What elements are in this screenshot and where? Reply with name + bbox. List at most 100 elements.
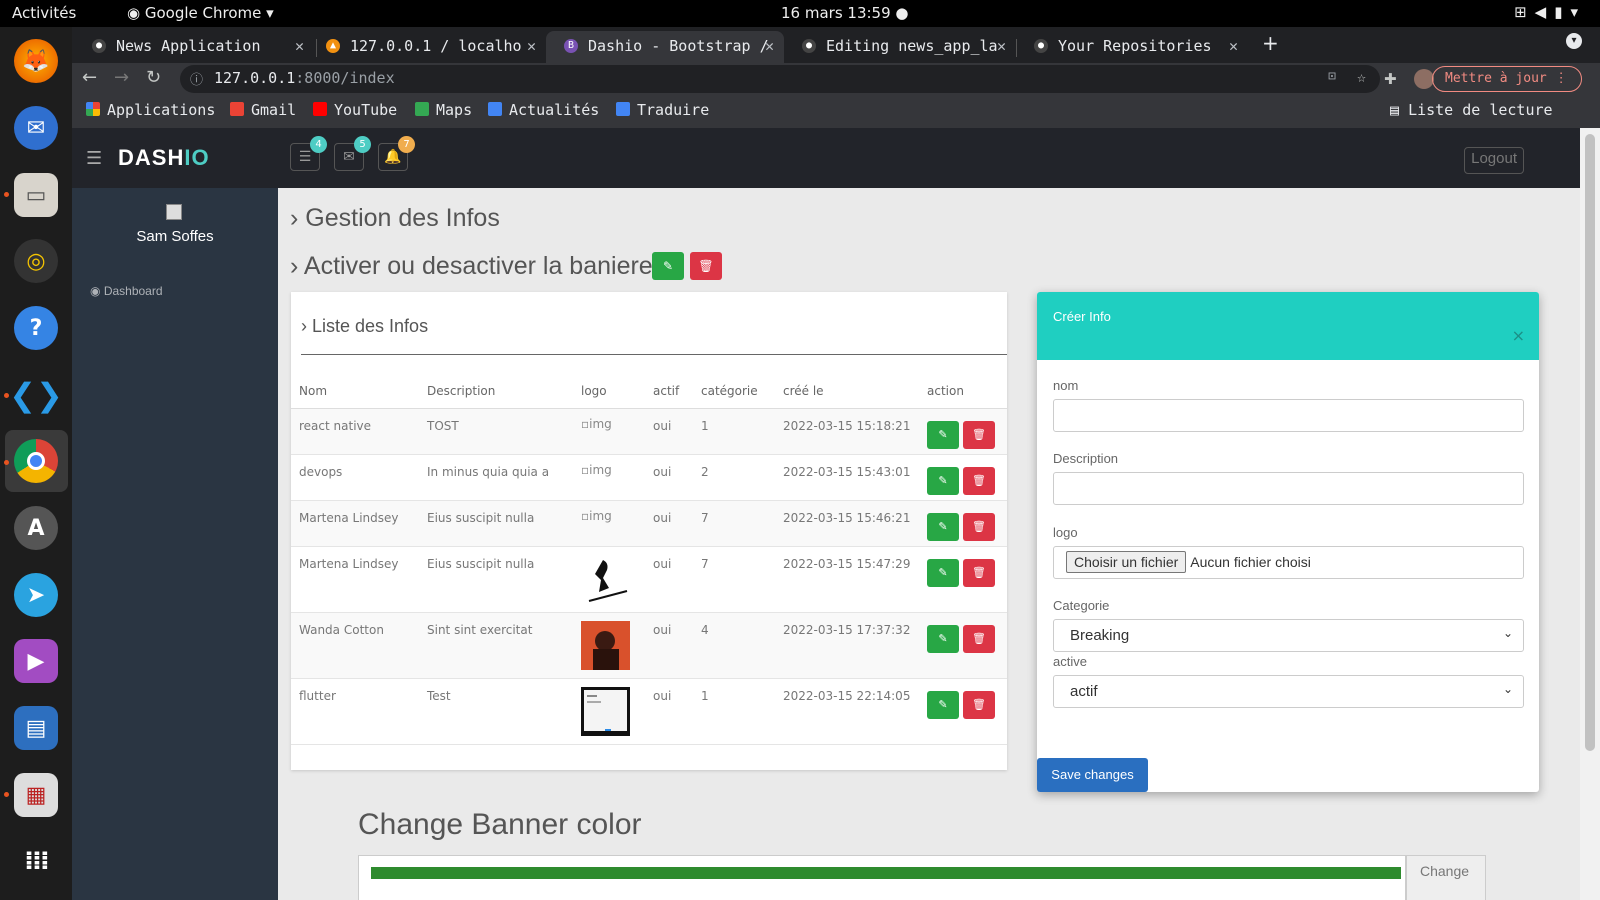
- tab-phpmyadmin[interactable]: ▲ 127.0.0.1 / localho ✕: [308, 31, 546, 63]
- save-changes-button[interactable]: Save changes: [1037, 758, 1148, 792]
- forward-icon[interactable]: →: [114, 67, 129, 88]
- writer-icon[interactable]: ▤: [14, 706, 58, 750]
- bookmark-applications[interactable]: Applications: [86, 101, 215, 119]
- thunderbird-icon[interactable]: ✉: [14, 106, 58, 150]
- notifications-button[interactable]: 🔔 7: [378, 136, 415, 171]
- delete-button[interactable]: 🗑: [963, 558, 995, 587]
- messages-button[interactable]: ✉ 5: [334, 136, 371, 171]
- edit-button[interactable]: ✎: [927, 466, 959, 495]
- reload-icon[interactable]: ↻: [146, 67, 161, 88]
- volume-icon: ◀: [1534, 3, 1555, 21]
- software-center-icon[interactable]: A: [14, 506, 58, 550]
- tab-search-icon[interactable]: ▾: [1566, 33, 1582, 49]
- video-player-icon[interactable]: ▶: [14, 639, 58, 683]
- bookmark-gmail[interactable]: Gmail: [230, 101, 296, 119]
- phpmyadmin-icon: ▲: [326, 39, 340, 53]
- new-tab-icon[interactable]: +: [1262, 31, 1279, 55]
- active-select[interactable]: actif ⌄: [1053, 675, 1524, 708]
- close-tab-icon[interactable]: ✕: [1229, 37, 1238, 55]
- bookmark-maps[interactable]: Maps: [415, 101, 472, 119]
- clock[interactable]: 16 mars 13:59 ●: [781, 4, 909, 22]
- cell-categorie: 1: [693, 408, 775, 455]
- edit-button[interactable]: ✎: [927, 558, 959, 587]
- github-icon: ●: [802, 39, 816, 53]
- trash-icon: 🗑: [972, 565, 986, 579]
- tab-editing[interactable]: ● Editing news_app_la ✕: [784, 31, 1016, 63]
- table-row: devops In minus quia quia a ▫img oui 2 2022-0…: [291, 454, 1007, 501]
- delete-button[interactable]: 🗑: [963, 624, 995, 653]
- logo-file-input[interactable]: Choisir un fichier Aucun fichier choisi: [1053, 546, 1524, 579]
- site-info-icon[interactable]: ⓘ: [190, 69, 203, 88]
- menu-toggle-icon[interactable]: ☰: [86, 148, 102, 169]
- translate-icon[interactable]: ⊡: [1328, 69, 1336, 84]
- bookmark-traduire[interactable]: Traduire: [616, 101, 709, 119]
- extensions-icon[interactable]: ✚: [1384, 70, 1397, 88]
- cell-categorie: 1: [693, 678, 775, 745]
- description-field[interactable]: [1053, 472, 1524, 505]
- close-tab-icon[interactable]: ✕: [997, 37, 1006, 55]
- tab-dashio[interactable]: B Dashio - Bootstrap / ✕: [546, 31, 784, 63]
- close-icon[interactable]: ×: [1512, 326, 1525, 345]
- profile-avatar[interactable]: [1414, 69, 1434, 89]
- activate-banner-button[interactable]: ✎: [652, 252, 684, 280]
- choose-file-button[interactable]: Choisir un fichier: [1066, 551, 1187, 573]
- bookmark-star-icon[interactable]: ☆: [1357, 68, 1366, 86]
- update-button[interactable]: Mettre à jour ⋮: [1432, 66, 1582, 92]
- cell-description: In minus quia quia a: [419, 454, 573, 501]
- tab-repositories[interactable]: ● Your Repositories ✕: [1016, 31, 1248, 63]
- bookmark-label: Applications: [107, 101, 216, 119]
- files-icon[interactable]: ▭: [14, 173, 58, 217]
- cell-actif: oui: [645, 546, 693, 613]
- edit-button[interactable]: ✎: [927, 690, 959, 719]
- address-bar[interactable]: ⓘ 127.0.0.1:8000/index ⊡ ☆: [180, 65, 1380, 93]
- banner-toggle-title: › Activer ou desactiver la baniere: [290, 252, 653, 281]
- modal-title: Créer Info: [1053, 309, 1111, 324]
- close-tab-icon[interactable]: ✕: [765, 37, 774, 55]
- logo-alt-text: img: [589, 416, 612, 431]
- brand-logo[interactable]: DASHIO: [118, 145, 210, 171]
- bookmark-youtube[interactable]: YouTube: [313, 101, 397, 119]
- page-scrollbar[interactable]: [1580, 128, 1600, 900]
- close-tab-icon[interactable]: ✕: [295, 37, 304, 55]
- delete-button[interactable]: 🗑: [963, 466, 995, 495]
- cell-categorie: 2: [693, 454, 775, 501]
- vscode-icon[interactable]: ❮❯: [9, 373, 63, 417]
- cell-nom: flutter: [291, 678, 419, 745]
- show-apps-icon[interactable]: ⁞⁞⁞: [14, 839, 58, 883]
- tasks-button[interactable]: ☰ 4: [290, 136, 327, 171]
- scrollbar-thumb[interactable]: [1585, 134, 1595, 751]
- telegram-icon[interactable]: ➤: [14, 573, 58, 617]
- document-viewer-icon[interactable]: ▦: [14, 773, 58, 817]
- chrome-dock-icon[interactable]: [14, 439, 58, 483]
- deactivate-banner-button[interactable]: 🗑: [690, 252, 722, 280]
- back-icon[interactable]: ←: [82, 67, 97, 88]
- help-icon[interactable]: ?: [14, 306, 58, 350]
- banner-color-input[interactable]: [358, 855, 1406, 900]
- nom-field[interactable]: [1053, 399, 1524, 432]
- edit-button[interactable]: ✎: [927, 420, 959, 449]
- close-tab-icon[interactable]: ✕: [527, 37, 536, 55]
- cell-cree: 2022-03-15 17:37:32: [775, 612, 919, 679]
- create-info-modal: Créer Info × nom Description logo Choisi…: [1037, 292, 1539, 792]
- modal-header: Créer Info: [1037, 292, 1539, 360]
- sidebar-item-dashboard[interactable]: ◉ Dashboard: [90, 284, 163, 298]
- activities-button[interactable]: Activités: [12, 4, 76, 22]
- trash-icon: 🗑: [972, 519, 986, 533]
- delete-button[interactable]: 🗑: [963, 690, 995, 719]
- tab-news-application[interactable]: ● News Application ✕: [74, 31, 314, 63]
- firefox-icon[interactable]: 🦊: [14, 39, 58, 83]
- change-color-button[interactable]: Change: [1406, 855, 1486, 900]
- logout-button[interactable]: Logout: [1464, 147, 1524, 174]
- bookmark-actualites[interactable]: Actualités: [488, 101, 599, 119]
- app-menu[interactable]: ◉ Google Chrome ▾: [127, 4, 274, 22]
- edit-button[interactable]: ✎: [927, 512, 959, 541]
- system-menu[interactable]: ⊞◀▮▾: [1514, 3, 1586, 21]
- chevron-down-icon: ⌄: [1502, 682, 1513, 696]
- broken-image-icon: ▫img: [581, 462, 612, 477]
- delete-button[interactable]: 🗑: [963, 420, 995, 449]
- reading-list-button[interactable]: ▤ Liste de lecture: [1390, 101, 1553, 119]
- delete-button[interactable]: 🗑: [963, 512, 995, 541]
- categorie-select[interactable]: Breaking ⌄: [1053, 619, 1524, 652]
- edit-button[interactable]: ✎: [927, 624, 959, 653]
- rhythmbox-icon[interactable]: ◎: [14, 239, 58, 283]
